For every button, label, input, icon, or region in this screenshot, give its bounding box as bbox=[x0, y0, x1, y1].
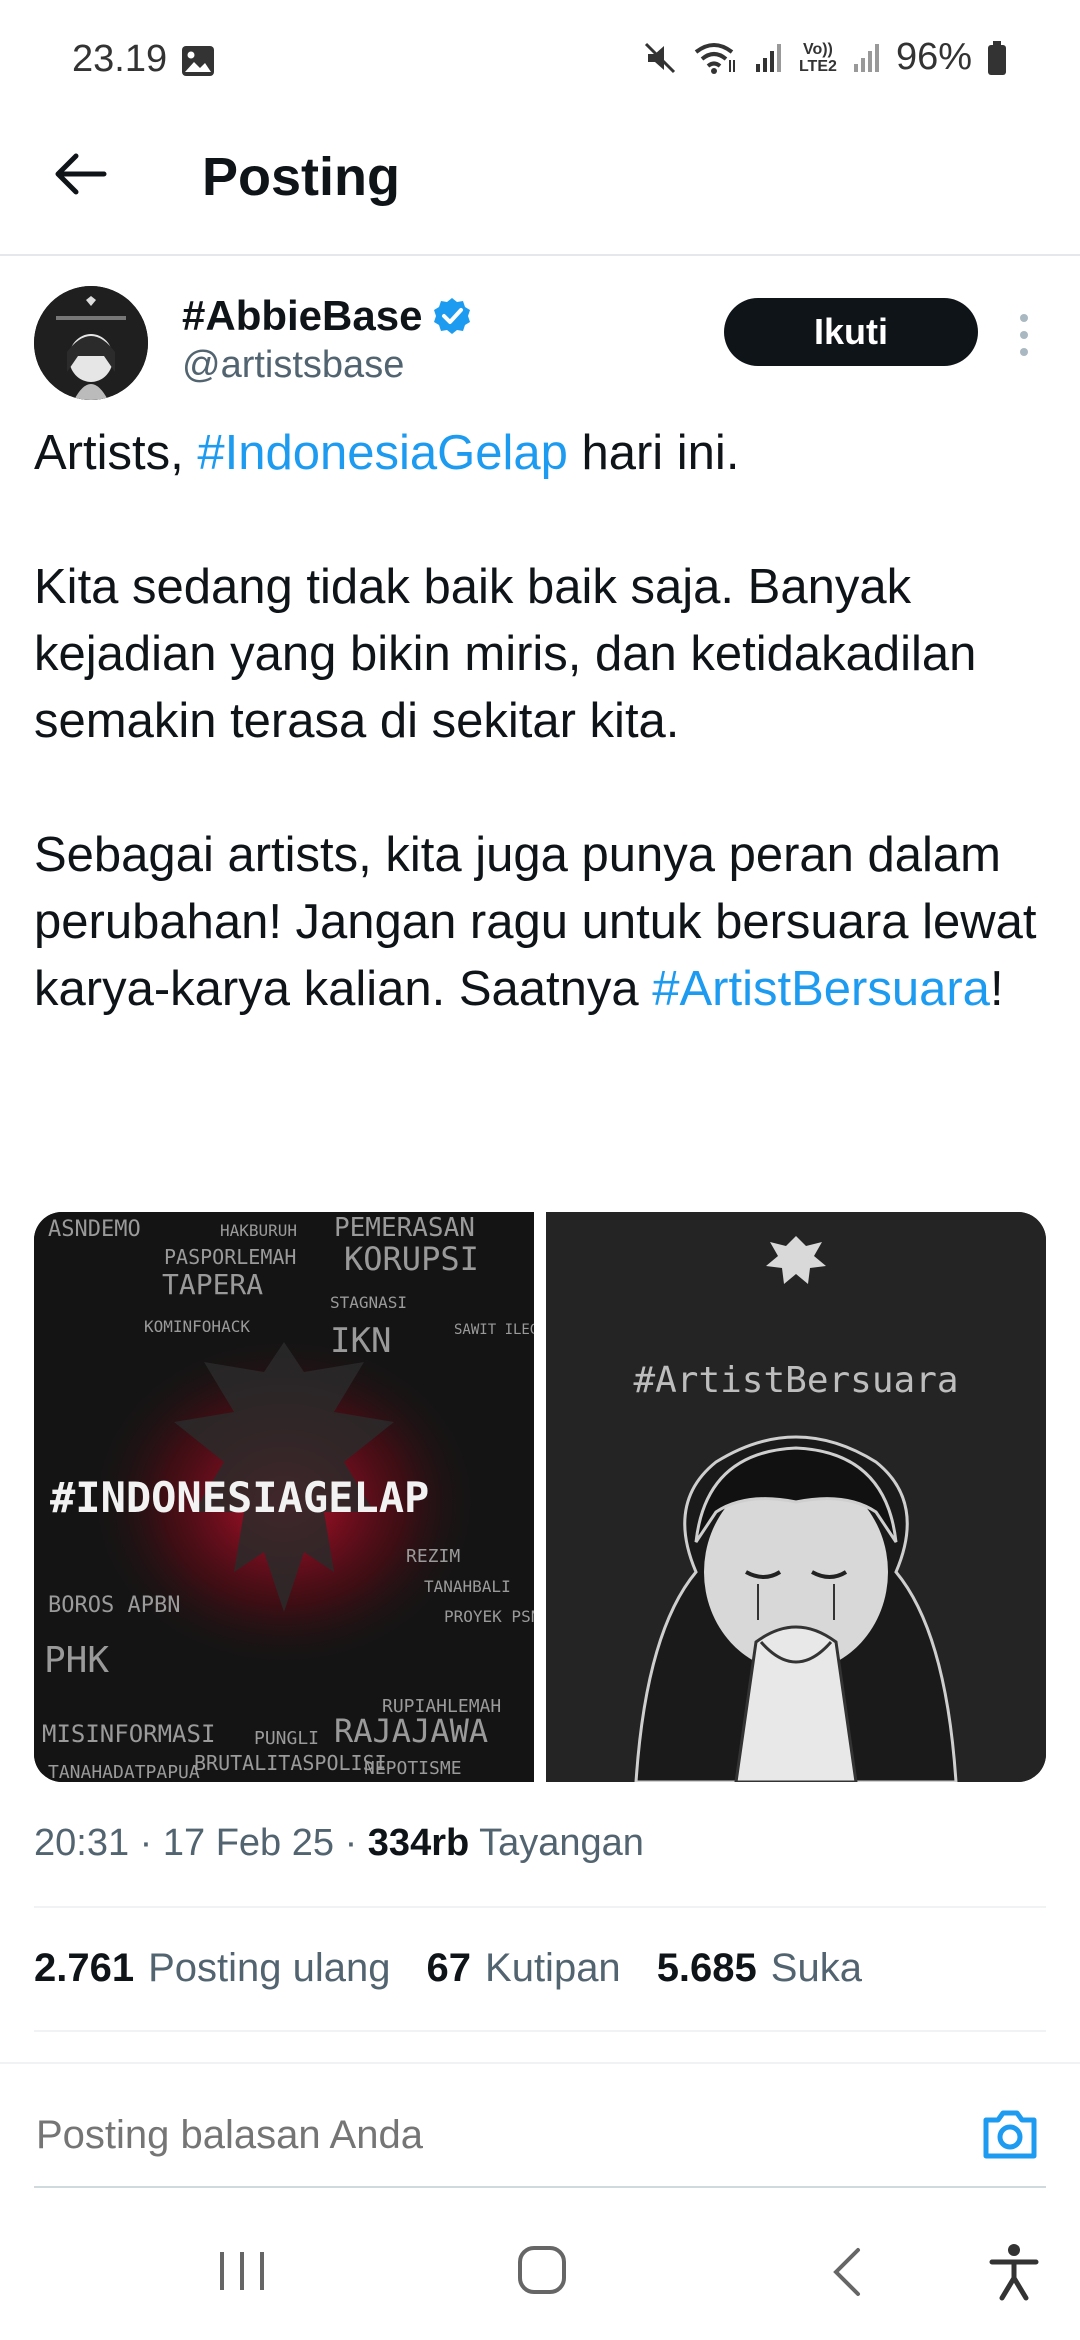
engagement-stats: 2.761 Posting ulang 67 Kutipan 5.685 Suka bbox=[34, 1946, 862, 1991]
artist-bersuara-illustration: #ArtistBersuara bbox=[546, 1212, 1046, 1782]
top-bar bbox=[0, 120, 1080, 256]
hashtag-link[interactable]: #IndonesiaGelap bbox=[197, 426, 568, 480]
poster-word: TANAHADATPAPUA bbox=[48, 1762, 200, 1782]
accessibility-icon[interactable] bbox=[986, 2240, 1042, 2302]
more-vertical-icon[interactable] bbox=[1012, 312, 1036, 358]
indonesia-gelap-poster: ASNDEMO HAKBURUH PEMERASAN PASPORLEMAH KORUP… bbox=[34, 1212, 534, 1782]
tweet-text: Artists, #IndonesiaGelap hari ini. Kita … bbox=[34, 420, 1044, 1090]
divider bbox=[34, 2030, 1046, 2032]
status-icons: Vo)) LTE2 96% bbox=[642, 36, 1008, 79]
battery-icon bbox=[988, 40, 1006, 75]
poster-word: PEMERASAN bbox=[334, 1213, 475, 1243]
mute-icon bbox=[644, 42, 675, 73]
recents-icon[interactable] bbox=[214, 2246, 270, 2296]
poster-word: PUNGLI bbox=[254, 1728, 319, 1749]
tweet-text-segment: Artists, bbox=[34, 426, 198, 480]
tweet-time: 20:31 bbox=[34, 1822, 130, 1864]
image-icon bbox=[182, 46, 214, 76]
poster-word: BOROS APBN bbox=[48, 1593, 180, 1618]
author-name-row[interactable]: #AbbieBase bbox=[182, 292, 472, 340]
divider bbox=[34, 1906, 1046, 1908]
reposts-label: Posting ulang bbox=[148, 1946, 391, 1990]
network-label: Vo)) LTE2 bbox=[798, 40, 837, 75]
quotes-label: Kutipan bbox=[485, 1946, 621, 1990]
battery-percent: 96% bbox=[895, 36, 972, 78]
reposts-count: 2.761 bbox=[34, 1946, 135, 1990]
tweet-paragraph-2: Kita sedang tidak baik baik saja. Banyak… bbox=[34, 560, 977, 748]
media-image-right[interactable]: #ArtistBersuara bbox=[546, 1212, 1046, 1782]
likes-label: Suka bbox=[770, 1946, 862, 1990]
tweet-paragraph-1: Artists, #IndonesiaGelap hari ini. bbox=[34, 420, 1044, 487]
tweet-meta: 20:31 · 17 Feb 25 · 334rb Tayangan bbox=[34, 1822, 644, 1864]
views-label: Tayangan bbox=[479, 1822, 644, 1864]
poster-word: PHK bbox=[44, 1640, 109, 1681]
nav-back-icon[interactable] bbox=[826, 2244, 866, 2300]
poster-word: SAWIT ILEGAL bbox=[454, 1322, 534, 1338]
status-bar: 23.19 Vo)) LTE2 96% bbox=[0, 0, 1080, 120]
quotes-stat[interactable]: 67 Kutipan bbox=[427, 1946, 621, 1991]
poster-word: IKN bbox=[330, 1321, 391, 1361]
poster-word: BRUTALITASPOLISI bbox=[194, 1751, 387, 1775]
wifi-icon bbox=[694, 42, 735, 74]
signal-icon-2 bbox=[853, 43, 879, 72]
poster-word: RAJAJAWA bbox=[334, 1712, 488, 1750]
signal-icon bbox=[755, 43, 781, 72]
poster-word: NEPOTISME bbox=[364, 1758, 462, 1779]
tweet-text-segment: hari ini. bbox=[567, 426, 740, 480]
author-handle[interactable]: @artistsbase bbox=[182, 344, 404, 387]
poster-word: STAGNASI bbox=[330, 1293, 407, 1312]
poster-word: REZIM bbox=[406, 1546, 460, 1567]
page-title: Posting bbox=[202, 147, 400, 207]
poster-word: MISINFORMASI bbox=[42, 1720, 215, 1748]
tweet-date: 17 Feb 25 bbox=[162, 1822, 335, 1864]
home-icon[interactable] bbox=[514, 2242, 570, 2298]
likes-count: 5.685 bbox=[656, 1946, 757, 1990]
verified-icon bbox=[434, 298, 471, 334]
tweet-paragraph-3: Sebagai artists, kita juga punya peran d… bbox=[34, 822, 1044, 1023]
poster-word: KORUPSI bbox=[344, 1240, 479, 1278]
poster-word: ASNDEMO bbox=[48, 1217, 141, 1242]
poster-word: PROYEK PSN bbox=[444, 1607, 534, 1626]
view-count: 334rb bbox=[367, 1822, 470, 1864]
reply-input[interactable] bbox=[34, 2112, 938, 2159]
reposts-stat[interactable]: 2.761 Posting ulang bbox=[34, 1946, 391, 1991]
author-name[interactable]: #AbbieBase bbox=[182, 292, 422, 340]
status-time: 23.19 bbox=[72, 38, 168, 80]
camera-icon[interactable] bbox=[980, 2106, 1040, 2162]
reply-underline bbox=[34, 2186, 1046, 2188]
poster-word: TANAHBALI bbox=[424, 1577, 511, 1596]
poster-word: PASPORLEMAH bbox=[164, 1245, 296, 1269]
media-image-left[interactable]: ASNDEMO HAKBURUH PEMERASAN PASPORLEMAH KORUP… bbox=[34, 1212, 534, 1782]
back-arrow-icon[interactable] bbox=[48, 142, 112, 206]
tweet-text-segment: ! bbox=[989, 962, 1004, 1016]
poster-word: KOMINFOHACK bbox=[144, 1317, 250, 1336]
poster-word: TAPERA bbox=[162, 1268, 263, 1301]
poster-caption: #ArtistBersuara bbox=[633, 1360, 958, 1401]
quotes-count: 67 bbox=[426, 1946, 472, 1990]
poster-word: HAKBURUH bbox=[220, 1221, 297, 1240]
hashtag-link[interactable]: #ArtistBersuara bbox=[652, 962, 990, 1016]
follow-button[interactable]: Ikuti bbox=[724, 298, 978, 366]
poster-headline: #INDONESIAGELAP bbox=[50, 1473, 429, 1522]
avatar[interactable] bbox=[34, 286, 148, 400]
likes-stat[interactable]: 5.685 Suka bbox=[657, 1946, 862, 1991]
